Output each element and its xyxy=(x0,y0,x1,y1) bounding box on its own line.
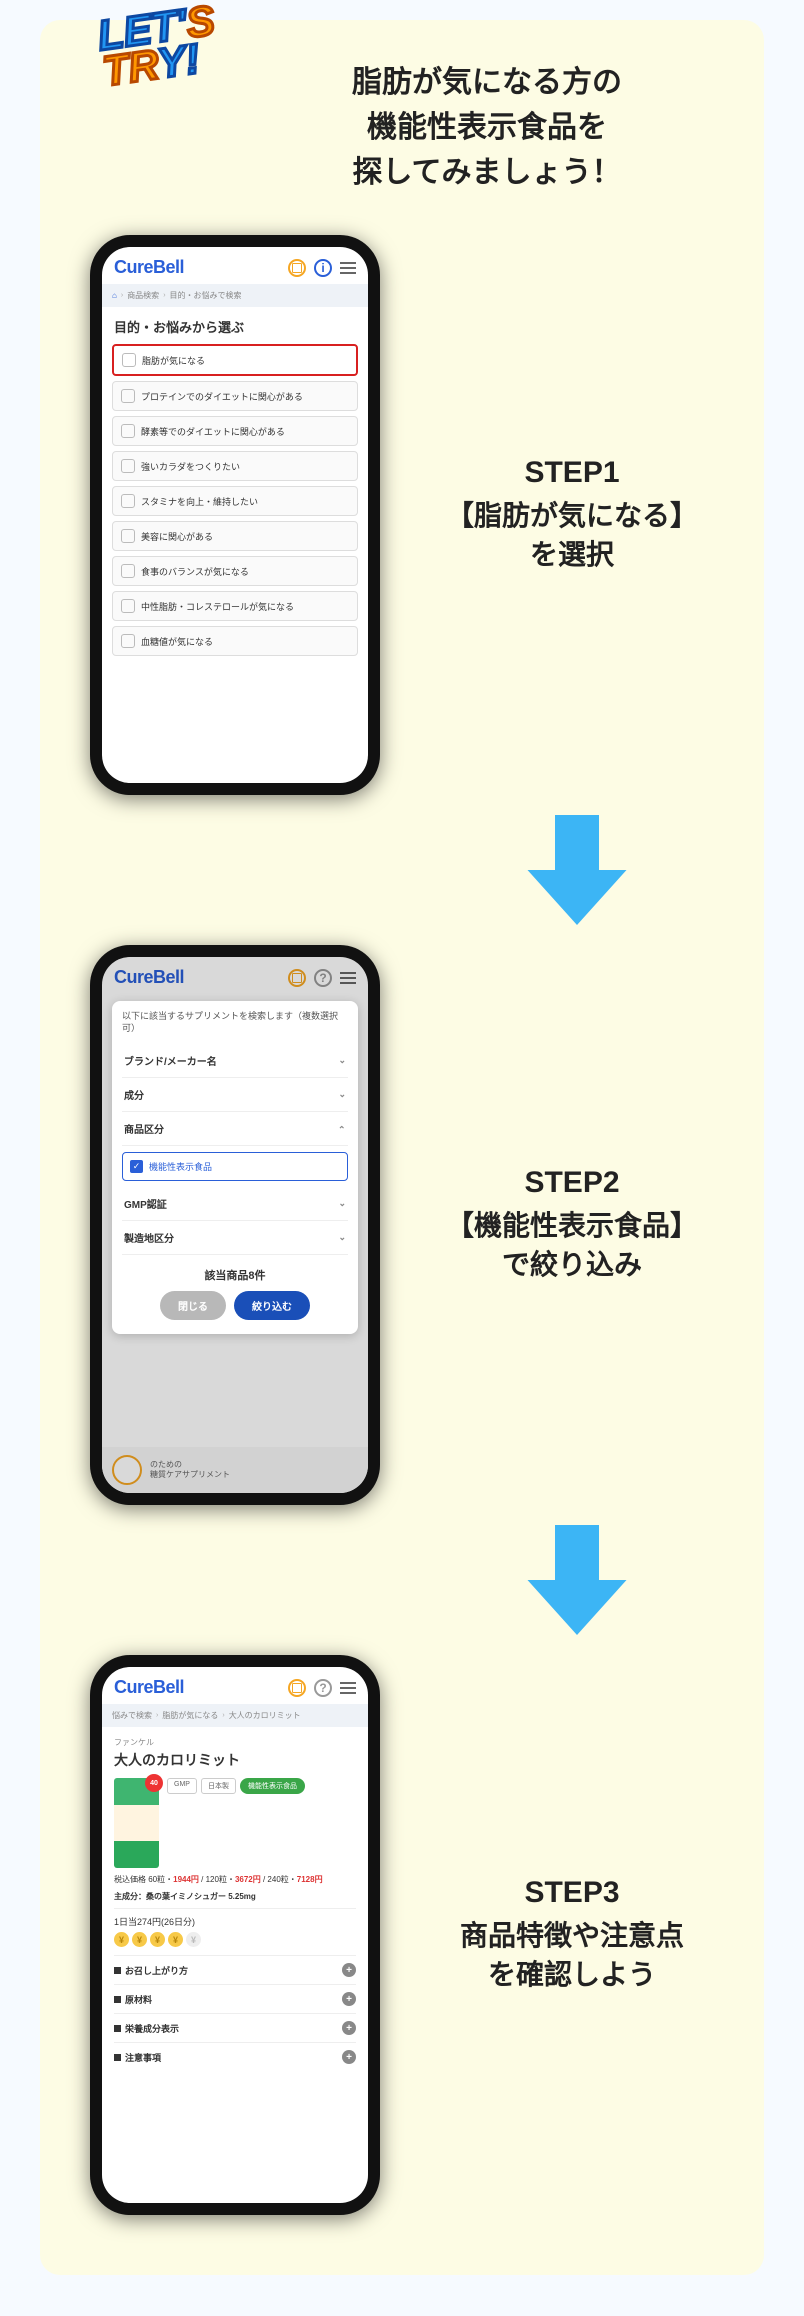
cost-rating: ¥¥¥¥¥ xyxy=(114,1932,356,1947)
option-beauty[interactable]: 美容に関心がある xyxy=(112,521,358,551)
step3-title: STEP3 xyxy=(410,1876,734,1910)
option-balance[interactable]: 食事のバランスが気になる xyxy=(112,556,358,586)
breadcrumb: 悩みで検索› 脂肪が気になる› 大人のカロリミット xyxy=(102,1704,368,1727)
home-icon[interactable]: ⌂ xyxy=(112,291,117,300)
step2-desc: 【機能性表示食品】で絞り込み xyxy=(410,1206,734,1284)
arrow-down-icon xyxy=(522,815,632,925)
checkbox-functional-food[interactable]: ✓機能性表示食品 xyxy=(122,1152,348,1181)
result-count: 該当商品8件 xyxy=(122,1267,348,1283)
price-info: 税込価格 60粒・1944円 / 120粒・3672円 / 240粒・7128円 xyxy=(114,1874,356,1885)
app-logo[interactable]: CureBell xyxy=(114,1677,184,1698)
phone-step2: CureBell ? のための糖質ケアサプリメント 以下に該当するサプリメントを… xyxy=(90,945,380,1505)
phone-step3: CureBell ? 悩みで検索› 脂肪が気になる› 大人のカロリミット ファン… xyxy=(90,1655,380,2215)
accordion-caution[interactable]: 注意事項+ xyxy=(114,2042,356,2071)
brand-name: ファンケル xyxy=(114,1737,356,1748)
breadcrumb: ⌂ ›商品検索 ›目的・お悩みで検索 xyxy=(102,284,368,307)
filter-brand[interactable]: ブランド/メーカー名⌄ xyxy=(122,1044,348,1078)
arrow-down-icon xyxy=(522,1525,632,1635)
info-icon[interactable]: i xyxy=(314,259,332,277)
accordion-usage[interactable]: お召し上がり方+ xyxy=(114,1955,356,1984)
plus-icon: + xyxy=(342,1963,356,1977)
phone-step1: CureBell i ⌂ ›商品検索 ›目的・お悩みで検索 目的・お悩みから選ぶ… xyxy=(90,235,380,795)
section-title: 目的・お悩みから選ぶ xyxy=(102,307,368,344)
plus-icon: + xyxy=(342,2021,356,2035)
main-ingredient: 主成分：桑の葉イミノシュガー 5.25mg xyxy=(114,1891,356,1902)
step1-title: STEP1 xyxy=(410,456,734,490)
option-enzyme[interactable]: 酵素等でのダイエットに関心がある xyxy=(112,416,358,446)
plus-icon: + xyxy=(342,1992,356,2006)
option-cholesterol[interactable]: 中性脂肪・コレステロールが気になる xyxy=(112,591,358,621)
daily-cost: 1日当274円(26日分) xyxy=(114,1915,356,1928)
step2-title: STEP2 xyxy=(410,1166,734,1200)
option-protein[interactable]: プロテインでのダイエットに関心がある xyxy=(112,381,358,411)
option-fat[interactable]: 脂肪が気になる xyxy=(112,344,358,376)
filter-category[interactable]: 商品区分⌄ xyxy=(122,1112,348,1146)
filter-origin[interactable]: 製造地区分⌄ xyxy=(122,1221,348,1255)
badge-japan: 日本製 xyxy=(201,1778,236,1794)
bookmark-icon[interactable] xyxy=(288,1679,306,1697)
badge-gmp: GMP xyxy=(167,1778,197,1794)
step1-desc: 【脂肪が気になる】を選択 xyxy=(410,496,734,574)
badge-functional: 機能性表示食品 xyxy=(240,1778,305,1794)
accordion-materials[interactable]: 原材料+ xyxy=(114,1984,356,2013)
filter-ingredient[interactable]: 成分⌄ xyxy=(122,1078,348,1112)
sheet-title: 以下に該当するサプリメントを検索します（複数選択可） xyxy=(122,1011,348,1034)
plus-icon: + xyxy=(342,2050,356,2064)
menu-icon[interactable] xyxy=(340,1682,356,1694)
option-sugar[interactable]: 血糖値が気になる xyxy=(112,626,358,656)
app-logo[interactable]: CureBell xyxy=(114,257,184,278)
product-name: 大人のカロリミット xyxy=(114,1750,356,1770)
option-strong[interactable]: 強いカラダをつくりたい xyxy=(112,451,358,481)
step3-desc: 商品特徴や注意点を確認しよう xyxy=(410,1916,734,1994)
bookmark-icon[interactable] xyxy=(288,259,306,277)
menu-icon[interactable] xyxy=(340,262,356,274)
product-image xyxy=(114,1778,159,1868)
help-icon[interactable]: ? xyxy=(314,1679,332,1697)
accordion-nutrition[interactable]: 栄養成分表示+ xyxy=(114,2013,356,2042)
option-stamina[interactable]: スタミナを向上・維持したい xyxy=(112,486,358,516)
lets-try-badge: LET'S TRY! xyxy=(96,2,222,89)
close-button[interactable]: 閉じる xyxy=(160,1291,226,1320)
filter-gmp[interactable]: GMP認証⌄ xyxy=(122,1187,348,1221)
filter-sheet: 以下に該当するサプリメントを検索します（複数選択可） ブランド/メーカー名⌄ 成… xyxy=(112,1001,358,1334)
apply-button[interactable]: 絞り込む xyxy=(234,1291,310,1320)
intro-heading: 脂肪が気になる方の 機能性表示食品を 探してみましょう！ xyxy=(240,60,734,195)
